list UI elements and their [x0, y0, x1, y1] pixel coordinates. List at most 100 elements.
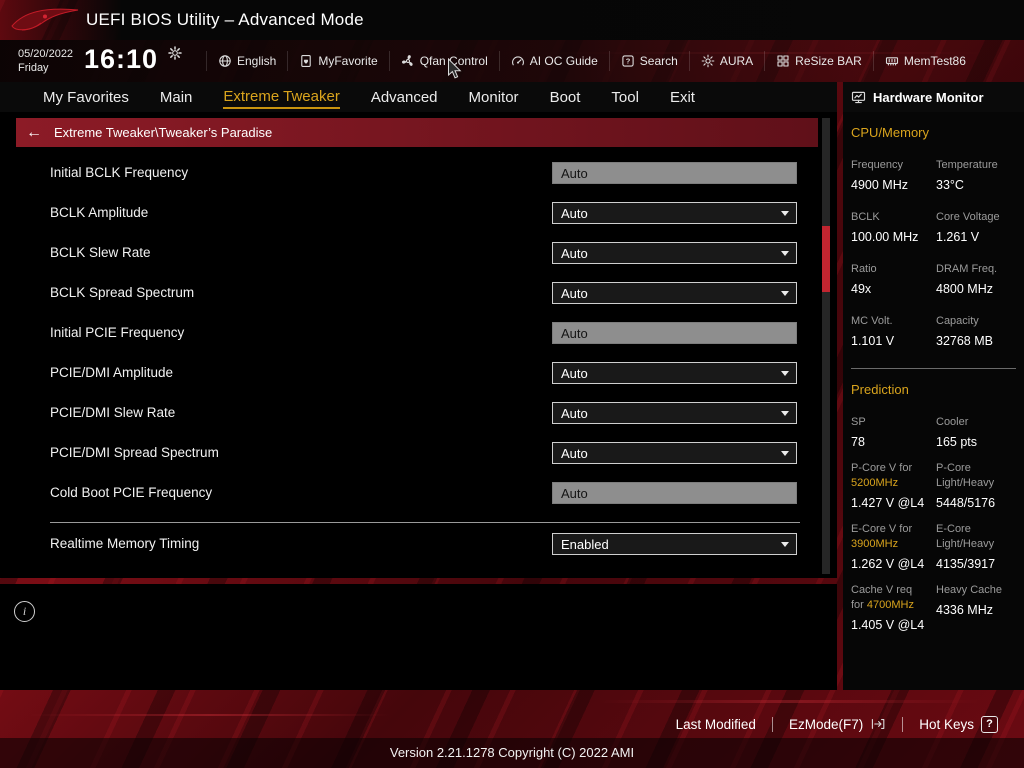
- setting-value: Auto: [561, 165, 588, 181]
- toolbar-english[interactable]: English: [206, 51, 287, 71]
- setting-label: BCLK Spread Spectrum: [50, 285, 195, 300]
- setting-row-bclk-spread-spectrum: BCLK Spread Spectrum Auto: [0, 282, 837, 304]
- hot-keys-button[interactable]: Hot Keys ?: [903, 715, 1014, 733]
- favorite-icon: [299, 54, 313, 68]
- last-modified-label: Last Modified: [675, 716, 756, 732]
- hwm-label: Cache V req: [851, 584, 913, 596]
- hwm-section-title: Prediction: [851, 382, 909, 397]
- setting-row-bclk-slew-rate: BCLK Slew Rate Auto: [0, 242, 837, 264]
- back-arrow-icon[interactable]: ←: [26, 124, 42, 142]
- tab-advanced[interactable]: Advanced: [371, 87, 438, 108]
- tab-boot[interactable]: Boot: [550, 87, 581, 108]
- tab-main[interactable]: Main: [160, 87, 193, 108]
- scrollbar-thumb[interactable]: [822, 226, 830, 292]
- hwm-body: CPU/Memory Frequency 4900 MHz Temperature 33…: [843, 125, 1024, 644]
- hwm-label: Cooler: [936, 416, 969, 428]
- hwm-label: P-Core: [936, 462, 971, 474]
- hwm-value: 33°C: [936, 178, 964, 192]
- toolbar-resize-bar[interactable]: ReSize BAR: [764, 51, 873, 71]
- tab-my-favorites[interactable]: My Favorites: [43, 87, 129, 108]
- setting-value: Auto: [561, 445, 588, 461]
- hwm-value: 165 pts: [936, 435, 978, 449]
- tab-exit[interactable]: Exit: [670, 87, 695, 108]
- toolbar-label: MyFavorite: [318, 54, 378, 68]
- hwm-value: 4135/3917: [936, 557, 996, 571]
- hwm-label: E-Core: [936, 523, 971, 535]
- setting-input[interactable]: Auto: [552, 322, 797, 344]
- setting-row-bclk-amplitude: BCLK Amplitude Auto: [0, 202, 837, 224]
- setting-dropdown[interactable]: Auto: [552, 442, 797, 464]
- setting-label: BCLK Amplitude: [50, 205, 149, 220]
- toolbar-aura[interactable]: AURA: [688, 51, 764, 71]
- toolbar-label: ReSize BAR: [795, 54, 862, 68]
- hwm-label: Ratio: [851, 263, 877, 275]
- hwm-value: 1.427 V @L4: [851, 496, 925, 510]
- toolbar-memtest86[interactable]: MemTest86: [872, 51, 977, 71]
- toolbar-myfavorite[interactable]: MyFavorite: [287, 51, 388, 71]
- setting-dropdown[interactable]: Auto: [552, 362, 797, 384]
- setting-dropdown[interactable]: Auto: [552, 242, 797, 264]
- setting-label: BCLK Slew Rate: [50, 245, 151, 260]
- footer-bar: Last Modified EzMode(F7) Hot Keys ?: [660, 711, 1014, 737]
- tab-monitor[interactable]: Monitor: [469, 87, 519, 108]
- setting-value: Auto: [561, 405, 588, 421]
- hwm-value: 4800 MHz: [936, 282, 993, 296]
- title-bar: UEFI BIOS Utility – Advanced Mode: [0, 0, 1024, 40]
- setting-value: Auto: [561, 485, 588, 501]
- hwm-cell: SP 78: [851, 415, 936, 449]
- setting-row-pcie-dmi-slew-rate: PCIE/DMI Slew Rate Auto: [0, 402, 837, 424]
- gauge-icon: [511, 54, 525, 68]
- toolbar-label: MemTest86: [903, 54, 966, 68]
- hwm-cell: DRAM Freq. 4800 MHz: [936, 262, 1016, 296]
- hwm-cell: Capacity 32768 MB: [936, 314, 1016, 348]
- setting-input[interactable]: Auto: [552, 162, 797, 184]
- bios-screen: UEFI BIOS Utility – Advanced Mode 05/20/…: [0, 0, 1024, 768]
- ezmode-button[interactable]: EzMode(F7): [773, 717, 902, 732]
- setting-label: PCIE/DMI Slew Rate: [50, 405, 176, 420]
- chevron-down-icon: [781, 411, 789, 416]
- tab-extreme-tweaker[interactable]: Extreme Tweaker: [223, 86, 340, 109]
- setting-input[interactable]: Auto: [552, 482, 797, 504]
- last-modified-button[interactable]: Last Modified: [660, 717, 772, 732]
- hwm-value: 1.262 V @L4: [851, 557, 925, 571]
- chevron-down-icon: [781, 211, 789, 216]
- setting-dropdown[interactable]: Auto: [552, 202, 797, 224]
- hwm-label: E-Core V for: [851, 523, 913, 535]
- menu-tabs: My Favorites Main Extreme Tweaker Advanced M…: [0, 82, 837, 112]
- hwm-label: 3900MHz: [851, 538, 899, 550]
- setting-label: PCIE/DMI Spread Spectrum: [50, 445, 219, 460]
- hwm-label: Light/Heavy: [936, 477, 995, 489]
- hwm-label: Core Voltage: [936, 211, 1000, 223]
- setting-dropdown[interactable]: Auto: [552, 402, 797, 424]
- hwm-label: SP: [851, 416, 866, 428]
- hardware-monitor-title: Hardware Monitor: [873, 89, 984, 105]
- setting-row-pcie-dmi-amplitude: PCIE/DMI Amplitude Auto: [0, 362, 837, 384]
- setting-dropdown[interactable]: Auto: [552, 282, 797, 304]
- chevron-down-icon: [781, 251, 789, 256]
- setting-dropdown[interactable]: Enabled: [552, 533, 797, 555]
- toolbar-qfan-control[interactable]: Qfan Control: [388, 51, 499, 71]
- hwm-label: BCLK: [851, 211, 880, 223]
- toolbar-search[interactable]: ? Search: [608, 51, 689, 71]
- chevron-down-icon: [781, 542, 789, 547]
- main-panel: ← Extreme Tweaker\Tweaker’s Paradise Ini…: [0, 112, 837, 578]
- date-display: 05/20/2022 Friday: [18, 47, 73, 75]
- day-text: Friday: [18, 62, 49, 74]
- background-streak: [599, 700, 981, 703]
- scrollbar[interactable]: [822, 118, 830, 574]
- hardware-monitor-icon: [851, 90, 866, 105]
- toolbar-ai-oc-guide[interactable]: AI OC Guide: [498, 51, 609, 71]
- setting-value: Auto: [561, 325, 588, 341]
- toolbar-label: Qfan Control: [419, 54, 488, 68]
- hwm-cell: Cache V req for 4700MHz 1.405 V @L4: [851, 583, 936, 632]
- tab-tool[interactable]: Tool: [611, 87, 639, 108]
- hwm-label: Capacity: [936, 315, 979, 327]
- hwm-cell: Frequency 4900 MHz: [851, 158, 936, 192]
- hwm-cell: Ratio 49x: [851, 262, 936, 296]
- hwm-cell: E-Core Light/Heavy 4135/3917: [936, 522, 1016, 571]
- setting-value: Auto: [561, 285, 588, 301]
- clock-settings-gear-icon[interactable]: [168, 46, 182, 60]
- hot-keys-label: Hot Keys: [919, 716, 974, 732]
- hwm-value: 5448/5176: [936, 496, 996, 510]
- version-text: Version 2.21.1278 Copyright (C) 2022 AMI: [0, 738, 1024, 768]
